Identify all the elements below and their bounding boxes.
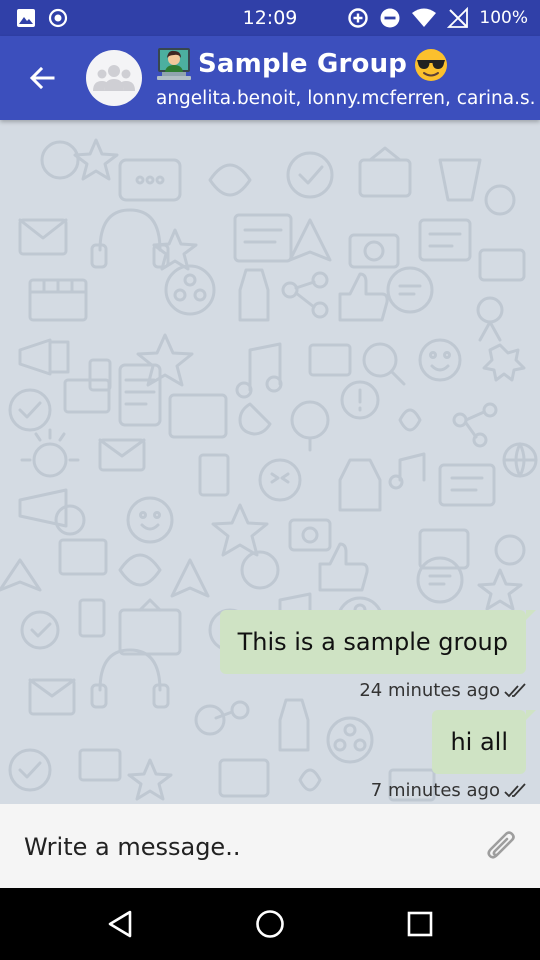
- message-text: This is a sample group: [237, 628, 508, 656]
- smiling-face-with-sunglasses-emoji: [415, 49, 448, 81]
- wifi-icon: [412, 8, 437, 27]
- message-bubble[interactable]: hi all: [432, 710, 536, 774]
- battery-percent: 100%: [479, 8, 528, 28]
- attach-button[interactable]: [482, 828, 522, 868]
- double-check-icon: [504, 782, 526, 797]
- status-bar: 12:09 100%: [0, 0, 540, 36]
- dnd-icon: [380, 8, 400, 28]
- nav-recents-square-icon: [407, 911, 433, 937]
- message-bubble[interactable]: This is a sample group: [219, 610, 536, 674]
- message-time: 24 minutes ago: [359, 680, 500, 701]
- message-composer: [0, 804, 540, 888]
- no-signal-icon: [447, 7, 469, 28]
- message-meta: 7 minutes ago: [371, 780, 528, 801]
- chat-area[interactable]: This is a sample group 24 minutes ago hi…: [0, 120, 540, 804]
- group-title: Sample Group: [198, 49, 408, 79]
- data-saver-icon: [348, 8, 369, 28]
- status-right-icons: 100%: [347, 7, 528, 29]
- group-avatar-icon: [93, 65, 135, 91]
- group-members[interactable]: angelita.benoit, lonny.mcferren, carina.…: [156, 88, 536, 109]
- nav-home-circle-icon: [256, 910, 284, 938]
- message-text: hi all: [450, 728, 508, 756]
- system-nav-bar: [0, 888, 540, 960]
- doodle-wallpaper: [0, 138, 538, 802]
- message-time: 7 minutes ago: [370, 780, 500, 801]
- nav-back-triangle-icon: [108, 910, 132, 938]
- nav-back-button[interactable]: [102, 906, 138, 942]
- nav-home-button[interactable]: [252, 906, 288, 942]
- nav-recents-button[interactable]: [402, 906, 438, 942]
- group-title-row[interactable]: Sample Group: [156, 44, 449, 84]
- message-input[interactable]: [24, 822, 464, 872]
- bubble-tail: [526, 610, 536, 620]
- paperclip-icon: [487, 831, 515, 859]
- arrow-back-icon: [29, 66, 55, 90]
- chat-header: Sample Group angelita.benoit, lonny.mcfe…: [0, 36, 540, 120]
- back-button[interactable]: [20, 58, 64, 98]
- group-avatar[interactable]: [86, 50, 142, 106]
- double-check-icon: [504, 682, 526, 697]
- bubble-tail: [526, 710, 536, 720]
- person-technologist-emoji: [157, 48, 191, 80]
- message-meta: 24 minutes ago: [359, 680, 528, 701]
